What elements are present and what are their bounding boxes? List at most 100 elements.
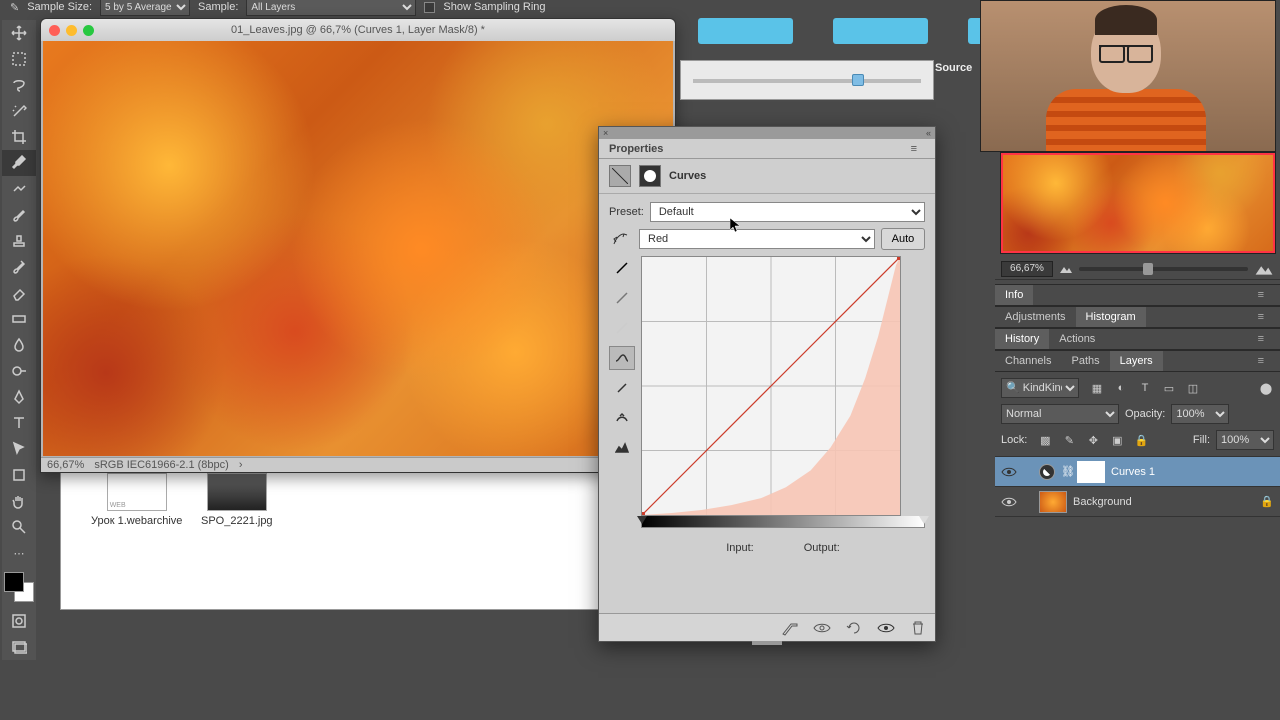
panel-close-icon[interactable]: ×	[603, 128, 608, 138]
tab-histogram[interactable]: Histogram	[1076, 307, 1146, 327]
lock-trans-icon[interactable]: ▩	[1037, 432, 1053, 448]
eyedropper-tool[interactable]	[2, 150, 36, 176]
tab-actions[interactable]: Actions	[1049, 329, 1105, 349]
minimize-icon[interactable]	[66, 25, 77, 36]
targeted-adjust-icon[interactable]	[609, 229, 633, 249]
canvas-zoom[interactable]: 66,67%	[47, 459, 84, 471]
close-icon[interactable]	[49, 25, 60, 36]
edit-toolbar[interactable]: ⋯	[2, 540, 36, 566]
auto-button[interactable]: Auto	[881, 228, 925, 250]
wand-tool[interactable]	[2, 98, 36, 124]
visibility-icon[interactable]	[1001, 464, 1017, 480]
fill-select[interactable]: 100%	[1216, 430, 1274, 450]
marquee-tool[interactable]	[2, 46, 36, 72]
move-tool[interactable]	[2, 20, 36, 46]
clip-to-layer-icon[interactable]	[781, 620, 799, 636]
options-icon[interactable]	[609, 436, 635, 460]
filter-kind-select[interactable]: 🔍 KindKind	[1001, 378, 1079, 398]
dodge-tool[interactable]	[2, 358, 36, 384]
file-item-1[interactable]: WEB Урок 1.webarchive	[91, 473, 182, 527]
quickmask-tool[interactable]	[2, 608, 36, 634]
type-tool[interactable]	[2, 410, 36, 436]
filter-pixel-icon[interactable]: ▦	[1089, 380, 1105, 396]
zoom-in-icon[interactable]	[1254, 262, 1274, 276]
toggle-visibility-icon[interactable]	[813, 620, 831, 636]
filter-type-icon[interactable]: T	[1137, 380, 1153, 396]
blend-mode-select[interactable]: Normal	[1001, 404, 1119, 424]
sample-black-icon[interactable]	[609, 256, 635, 280]
lock-artboard-icon[interactable]: ▣	[1109, 432, 1125, 448]
brush-tool[interactable]	[2, 202, 36, 228]
channel-select[interactable]: Red	[639, 229, 875, 249]
heal-tool[interactable]	[2, 176, 36, 202]
panel-menu-icon[interactable]: ≡	[901, 140, 927, 158]
tab-history[interactable]: History	[995, 329, 1049, 349]
file-item-2[interactable]: SPO_2221.jpg	[201, 473, 273, 527]
maximize-icon[interactable]	[83, 25, 94, 36]
lock-all-icon[interactable]: 🔒	[1133, 432, 1149, 448]
preview-icon[interactable]	[877, 620, 895, 636]
shape-tool[interactable]	[2, 462, 36, 488]
panel-collapse-icon[interactable]: «	[926, 128, 931, 138]
layer-name[interactable]: Background	[1073, 496, 1132, 508]
crop-tool[interactable]	[2, 124, 36, 150]
navigator-zoom-input[interactable]	[1001, 261, 1053, 277]
opacity-select[interactable]: 100%	[1171, 404, 1229, 424]
sample-select[interactable]: All Layers	[246, 0, 416, 16]
finder-window[interactable]: WEB Урок 1.webarchive SPO_2221.jpg	[60, 470, 600, 610]
reset-icon[interactable]	[845, 620, 863, 636]
gradient-tool[interactable]	[2, 306, 36, 332]
document-canvas[interactable]	[43, 41, 673, 456]
edit-points-icon[interactable]	[609, 346, 635, 370]
draw-curve-icon[interactable]	[609, 376, 635, 400]
smooth-icon[interactable]	[609, 406, 635, 430]
visibility-icon[interactable]	[1001, 494, 1017, 510]
chevron-right-icon[interactable]: ›	[239, 459, 243, 471]
layer-background[interactable]: Background 🔒	[995, 487, 1280, 517]
filter-smart-icon[interactable]: ◫	[1185, 380, 1201, 396]
document-titlebar[interactable]: 01_Leaves.jpg @ 66,7% (Curves 1, Layer M…	[41, 19, 675, 41]
lock-paint-icon[interactable]: ✎	[1061, 432, 1077, 448]
preset-select[interactable]: Default	[650, 202, 925, 222]
sample-size-select[interactable]: 5 by 5 Average	[100, 0, 190, 16]
blur-tool[interactable]	[2, 332, 36, 358]
ring-checkbox[interactable]	[424, 2, 435, 13]
screenmode-tool[interactable]	[2, 634, 36, 660]
lock-pos-icon[interactable]: ✥	[1085, 432, 1101, 448]
navigator-zoom-slider[interactable]	[1079, 267, 1248, 271]
layer-curves[interactable]: ⛓ Curves 1	[995, 457, 1280, 487]
tab-channels[interactable]: Channels	[995, 351, 1061, 371]
adjust-menu-icon[interactable]: ≡	[1248, 307, 1274, 327]
lasso-tool[interactable]	[2, 72, 36, 98]
zoom-out-icon[interactable]	[1059, 264, 1073, 274]
curves-icon[interactable]	[609, 165, 631, 187]
mask-icon[interactable]	[639, 165, 661, 187]
layer-name[interactable]: Curves 1	[1111, 466, 1155, 478]
eraser-tool[interactable]	[2, 280, 36, 306]
properties-titlebar[interactable]: × «	[599, 127, 935, 139]
mini-slider-thumb[interactable]	[852, 74, 864, 86]
tab-layers[interactable]: Layers	[1110, 351, 1163, 371]
filter-toggle-icon[interactable]: ⬤	[1258, 380, 1274, 396]
info-menu-icon[interactable]: ≡	[1248, 285, 1274, 305]
input-gradient[interactable]	[641, 516, 925, 528]
history-menu-icon[interactable]: ≡	[1248, 329, 1274, 349]
sample-white-icon[interactable]	[609, 316, 635, 340]
history-brush-tool[interactable]	[2, 254, 36, 280]
tab-info[interactable]: Info	[995, 285, 1033, 305]
properties-tab[interactable]: Properties	[599, 140, 673, 158]
pen-tool[interactable]	[2, 384, 36, 410]
tab-1[interactable]	[698, 18, 793, 44]
tab-2[interactable]	[833, 18, 928, 44]
path-select-tool[interactable]	[2, 436, 36, 462]
mini-slider-track[interactable]	[693, 79, 921, 83]
filter-adjust-icon[interactable]: ◐	[1113, 380, 1129, 396]
hand-tool[interactable]	[2, 488, 36, 514]
curves-graph[interactable]	[641, 256, 901, 516]
link-icon[interactable]: ⛓	[1061, 465, 1071, 478]
layer-mask-thumb[interactable]	[1077, 461, 1105, 483]
filter-shape-icon[interactable]: ▭	[1161, 380, 1177, 396]
layers-menu-icon[interactable]: ≡	[1248, 351, 1274, 371]
navigator-thumbnail[interactable]	[1000, 152, 1276, 254]
color-swatches[interactable]	[4, 572, 34, 602]
